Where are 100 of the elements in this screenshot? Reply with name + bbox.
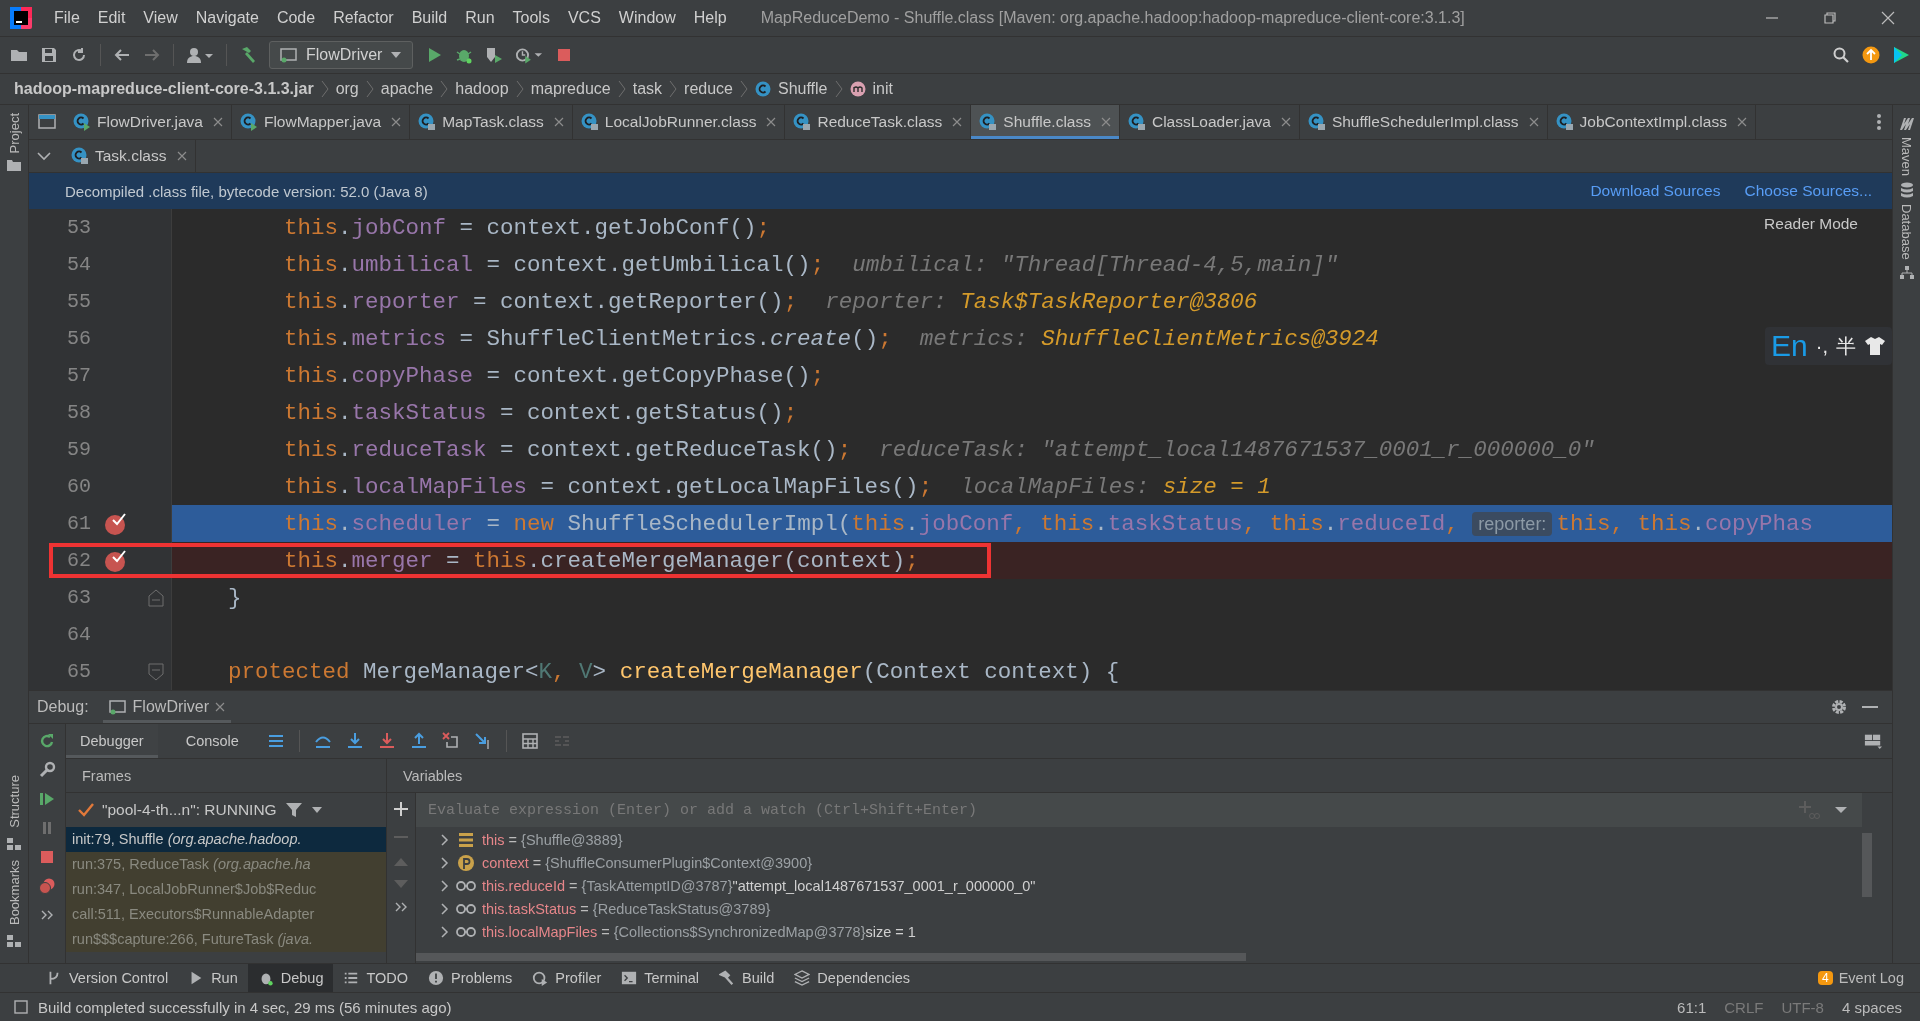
run-configuration-dropdown[interactable]: FlowDriver bbox=[269, 41, 414, 69]
variable-entry[interactable]: this.reduceId = {TaskAttemptID@3787}"attempt_local1487671537_0001_r_000000_0" bbox=[482, 877, 1036, 894]
shirt-icon[interactable] bbox=[1864, 336, 1886, 356]
ime-width[interactable]: 半 bbox=[1836, 332, 1856, 360]
editor-tab[interactable]: ShuffleSchedulerImpl.class bbox=[1299, 105, 1548, 139]
editor-tab[interactable]: Task.class bbox=[63, 140, 196, 172]
tab-list-icon[interactable] bbox=[38, 114, 56, 130]
sync-icon[interactable] bbox=[70, 46, 88, 64]
editor-tab[interactable]: MapTask.class bbox=[410, 105, 573, 139]
editor-tab[interactable]: ClassLoader.java bbox=[1119, 105, 1300, 139]
menu-item[interactable]: Build bbox=[403, 9, 456, 27]
hierarchy-icon[interactable] bbox=[1899, 265, 1914, 280]
menu-item[interactable]: File bbox=[46, 9, 88, 27]
variable-entry[interactable]: this.localMapFiles = {Collections$SynchronizedMap@3778}size = 1 bbox=[482, 923, 916, 940]
close-icon[interactable] bbox=[212, 117, 223, 127]
scrollbar[interactable] bbox=[1862, 833, 1872, 897]
close-icon[interactable] bbox=[1100, 117, 1111, 127]
breadcrumb[interactable]: task bbox=[632, 80, 663, 98]
collapse-icon[interactable] bbox=[37, 151, 51, 161]
breadcrumb[interactable]: apache bbox=[380, 80, 434, 98]
save-icon[interactable] bbox=[40, 46, 58, 64]
menu-item[interactable]: Tools bbox=[504, 9, 558, 27]
database-icon[interactable] bbox=[1899, 182, 1914, 199]
thread-selector[interactable]: "pool-4-th...n": RUNNING bbox=[102, 801, 277, 819]
step-into-icon[interactable] bbox=[345, 732, 364, 750]
breadcrumb[interactable]: hadoop-mapreduce-client-core-3.1.3.jar bbox=[14, 80, 314, 98]
wrench-icon[interactable] bbox=[38, 761, 56, 779]
tool-window-tab[interactable]: Database bbox=[1899, 204, 1914, 260]
close-icon[interactable] bbox=[1880, 10, 1896, 26]
ime-language[interactable]: En bbox=[1771, 329, 1808, 363]
close-icon[interactable] bbox=[952, 117, 963, 127]
panel-toggle-icon[interactable] bbox=[14, 1000, 28, 1014]
tool-window-button[interactable]: Debug bbox=[247, 964, 334, 992]
close-icon[interactable] bbox=[391, 117, 402, 127]
variable-entry[interactable]: this.taskStatus = {ReduceTaskStatus@3789} bbox=[482, 900, 771, 917]
search-icon[interactable] bbox=[1832, 46, 1850, 64]
editor-tab[interactable]: Shuffle.class bbox=[971, 105, 1120, 139]
tool-window-tab[interactable]: Bookmarks bbox=[6, 859, 22, 925]
tool-window-button[interactable]: Version Control bbox=[36, 964, 179, 992]
run-to-cursor-icon[interactable] bbox=[473, 732, 492, 750]
stop-icon[interactable] bbox=[38, 848, 56, 866]
menu-item[interactable]: Edit bbox=[89, 9, 134, 27]
force-step-into-icon[interactable] bbox=[377, 732, 396, 750]
tool-window-button[interactable]: Run bbox=[178, 964, 248, 992]
breadcrumb[interactable]: reduce bbox=[684, 80, 733, 98]
scrollbar[interactable] bbox=[416, 953, 1246, 961]
toolbox-icon[interactable] bbox=[1892, 46, 1910, 64]
tool-window-button[interactable]: Profiler bbox=[522, 964, 612, 992]
caret-icon[interactable] bbox=[310, 806, 323, 814]
user-dropdown-icon[interactable] bbox=[186, 46, 214, 64]
variable-entry[interactable]: this = {Shuffle@3889} bbox=[482, 831, 623, 848]
cursor-position[interactable]: 61:1 bbox=[1673, 998, 1711, 1016]
menu-item[interactable]: View bbox=[135, 9, 186, 27]
editor-tab[interactable]: FlowMapper.java bbox=[231, 105, 411, 139]
tool-window-button[interactable]: Terminal bbox=[611, 964, 710, 992]
menu-item[interactable]: Refactor bbox=[325, 9, 402, 27]
layout-icon[interactable] bbox=[1864, 732, 1882, 750]
editor-tab[interactable]: LocalJobRunner.class bbox=[572, 105, 786, 139]
tool-window-tab[interactable]: Project bbox=[6, 113, 22, 154]
tool-window-tab[interactable]: Maven bbox=[1899, 137, 1914, 177]
breakpoint-icon[interactable] bbox=[104, 511, 128, 536]
update-icon[interactable] bbox=[1862, 46, 1880, 64]
breadcrumb[interactable]: hadoop bbox=[455, 80, 509, 98]
more-icon[interactable] bbox=[1876, 113, 1882, 131]
menu-item[interactable]: Navigate bbox=[187, 9, 267, 27]
menu-item[interactable]: Code bbox=[268, 9, 324, 27]
menu-item[interactable]: Help bbox=[685, 9, 735, 27]
profiler-dropdown-icon[interactable] bbox=[515, 46, 544, 64]
breadcrumb[interactable]: org bbox=[335, 80, 359, 98]
tool-window-icon[interactable] bbox=[7, 935, 21, 947]
calculator-icon[interactable] bbox=[520, 732, 539, 750]
editor-tab[interactable]: FlowDriver.java bbox=[65, 105, 232, 139]
tool-window-button[interactable]: Dependencies bbox=[784, 964, 921, 992]
reader-mode-link[interactable]: Reader Mode bbox=[1764, 215, 1858, 233]
coverage-icon[interactable] bbox=[485, 46, 504, 64]
menu-item[interactable]: Window bbox=[610, 9, 684, 27]
menu-item[interactable]: Run bbox=[457, 9, 503, 27]
close-icon[interactable] bbox=[766, 117, 777, 127]
banner-link[interactable]: Download Sources bbox=[1590, 182, 1721, 200]
settings-icon[interactable] bbox=[1830, 698, 1848, 716]
drop-frame-icon[interactable] bbox=[441, 732, 460, 750]
rerun-icon[interactable] bbox=[38, 732, 56, 750]
step-out-icon[interactable] bbox=[409, 732, 428, 750]
close-icon[interactable] bbox=[553, 117, 564, 127]
tool-window-tab[interactable]: Structure bbox=[6, 775, 22, 828]
maven-icon[interactable] bbox=[1898, 117, 1915, 131]
breadcrumb[interactable]: init bbox=[872, 80, 893, 98]
breakpoints-icon[interactable] bbox=[38, 877, 56, 895]
folder-icon[interactable] bbox=[7, 159, 21, 172]
session-tab[interactable]: FlowDriver bbox=[102, 691, 232, 723]
breadcrumb[interactable]: mapreduce bbox=[530, 80, 611, 98]
debugger-tab[interactable]: Console bbox=[171, 724, 253, 758]
close-icon[interactable] bbox=[1528, 117, 1539, 127]
breakpoint-icon[interactable] bbox=[104, 548, 128, 573]
tool-window-button[interactable]: Build bbox=[709, 964, 785, 992]
stack-frame[interactable]: init:79, Shuffle (org.apache.hadoop. bbox=[66, 827, 386, 852]
close-icon[interactable] bbox=[1280, 117, 1291, 127]
resume-icon[interactable] bbox=[38, 790, 56, 808]
restore-icon[interactable] bbox=[1822, 10, 1838, 26]
more-chevron-icon[interactable] bbox=[394, 901, 408, 913]
